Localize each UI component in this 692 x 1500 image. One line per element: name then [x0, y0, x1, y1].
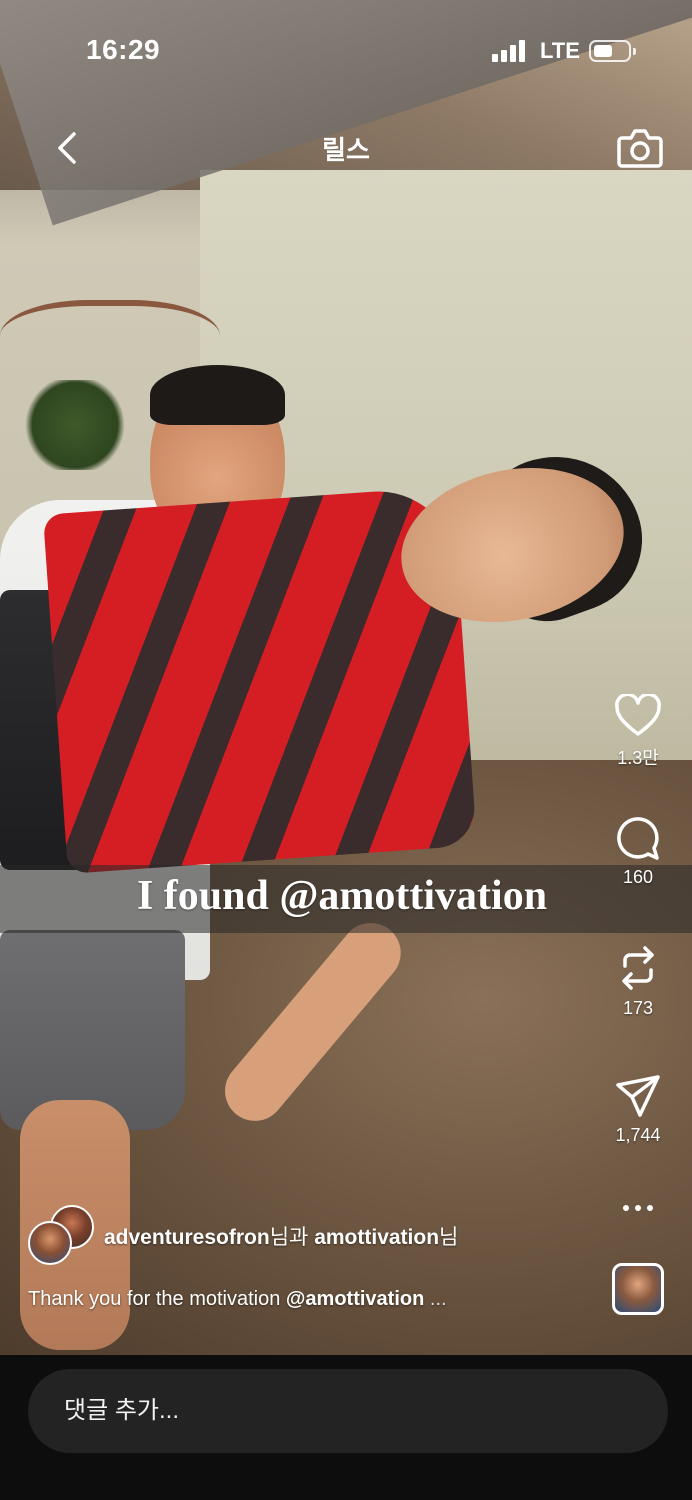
- caption-mention[interactable]: @amottivation: [286, 1288, 424, 1310]
- author-suffix: 님: [439, 1226, 459, 1249]
- video-plant: [20, 380, 130, 470]
- like-count: 1.3만: [617, 748, 659, 768]
- comment-bar: 댓글 추가...: [0, 1355, 692, 1500]
- comment-icon: [617, 817, 659, 860]
- share-count: 1,744: [615, 1125, 661, 1145]
- repost-count: 173: [622, 998, 654, 1018]
- repost-icon: [622, 946, 654, 990]
- author-suffix: 님과: [269, 1226, 315, 1249]
- like-button[interactable]: 1.3만: [600, 694, 676, 770]
- camera-icon[interactable]: [616, 126, 664, 170]
- page-title: 릴스: [322, 135, 370, 165]
- battery-nub: [633, 48, 636, 55]
- status-bar: 16:29 LTE: [0, 0, 692, 100]
- video-person-hair: [150, 365, 285, 425]
- author-primary[interactable]: adventuresofron: [104, 1226, 270, 1249]
- repost-button[interactable]: 173: [600, 944, 676, 1019]
- avatar[interactable]: [28, 1221, 72, 1265]
- status-time: 16:29: [86, 34, 161, 65]
- signal-icon: [492, 40, 528, 62]
- share-button[interactable]: 1,744: [600, 1073, 676, 1146]
- more-horizontal-icon[interactable]: [616, 1198, 660, 1218]
- author-secondary[interactable]: amottivation: [314, 1226, 439, 1249]
- carrier-label: LTE: [540, 38, 580, 63]
- video-caption-overlay: I found @amottivation: [136, 873, 548, 919]
- comment-count: 160: [622, 867, 654, 887]
- caption-text: Thank you for the motivation: [28, 1288, 286, 1310]
- comment-button[interactable]: 160: [600, 815, 676, 888]
- reel-video[interactable]: [0, 0, 692, 1355]
- comment-input[interactable]: 댓글 추가...: [28, 1369, 668, 1453]
- caption-more[interactable]: ...: [424, 1288, 447, 1310]
- author-line[interactable]: adventuresofron님과 amottivation님: [104, 1221, 458, 1251]
- heart-icon: [615, 694, 661, 736]
- battery-fill: [594, 45, 612, 57]
- audio-thumbnail[interactable]: [612, 1263, 664, 1315]
- post-caption[interactable]: Thank you for the motivation @amottivati…: [28, 1288, 447, 1311]
- send-icon: [616, 1075, 660, 1117]
- battery-icon: [589, 40, 636, 62]
- author-avatars[interactable]: [28, 1205, 96, 1269]
